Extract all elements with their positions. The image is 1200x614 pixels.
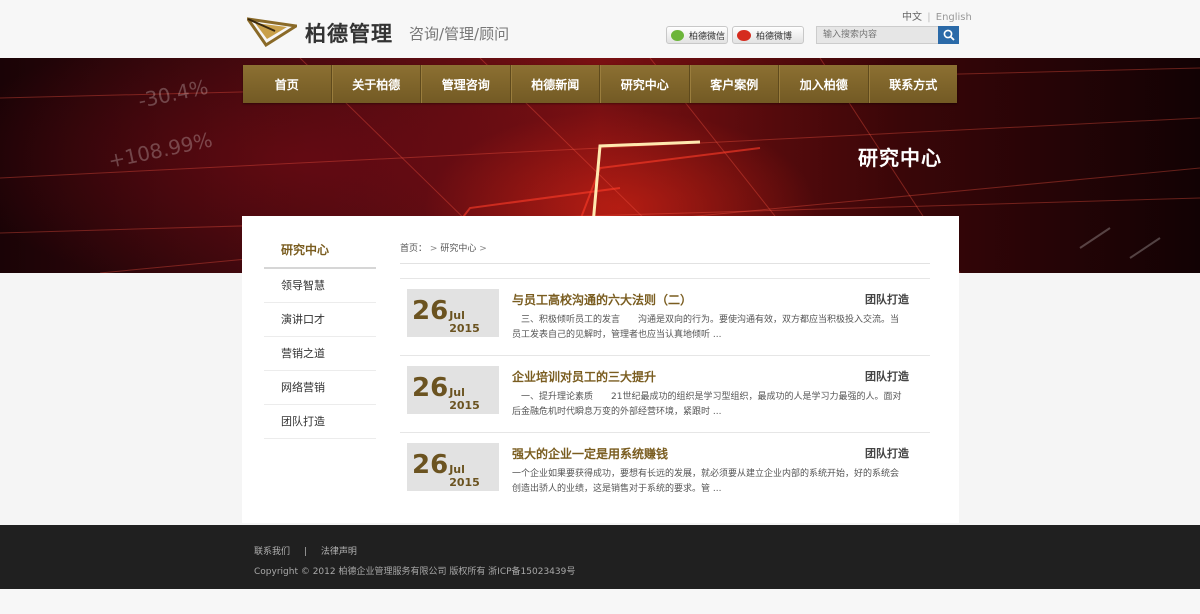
footer-copyright: Copyright © 2012 柏德企业管理服务有限公司 版权所有 浙ICP备… — [254, 567, 576, 577]
article-date: 26 Jul 2015 — [407, 366, 499, 414]
sidebar-item-online-marketing[interactable]: 网络营销 — [264, 371, 376, 405]
site-header: 柏德管理 咨询/管理/顾问 中文 | English 柏德微信 柏德微博 — [0, 0, 1200, 58]
wechat-button[interactable]: 柏德微信 — [666, 26, 728, 44]
article-title-link[interactable]: 企业培训对员工的三大提升 — [512, 368, 656, 385]
brand-name[interactable]: 柏德管理 — [305, 18, 393, 48]
wechat-label: 柏德微信 — [689, 31, 726, 42]
article-category[interactable]: 团队打造 — [865, 291, 909, 307]
article-summary: 一个企业如果要获得成功，要想有长远的发展，就必须要从建立企业内部的系统开始，好的… — [512, 469, 900, 494]
article-summary: 三、积极倾听员工的发言 沟通是双向的行为。要使沟通有效，双方都应当积极投入交流。… — [512, 315, 900, 340]
main-nav: 首页 关于柏德 管理咨询 柏德新闻 研究中心 客户案例 加入柏德 联系方式 — [243, 65, 957, 103]
footer-link-separator: | — [303, 547, 307, 557]
article-date-month-year: Jul 2015 — [449, 463, 480, 489]
sidebar-item-team-building[interactable]: 团队打造 — [264, 405, 376, 439]
article-summary: 一、提升理论素质 21世纪最成功的组织是学习型组织，最成功的人是学习力最强的人。… — [512, 392, 902, 417]
page-bottom-strip — [0, 589, 1200, 614]
site-footer: 联系我们 | 法律声明 Copyright © 2012 柏德企业管理服务有限公… — [0, 525, 1200, 589]
lang-separator: | — [927, 12, 931, 23]
article-date: 26 Jul 2015 — [407, 289, 499, 337]
nav-item-cases[interactable]: 客户案例 — [689, 65, 779, 103]
article-item: 26 Jul 2015 企业培训对员工的三大提升 团队打造 一、提升理论素质 2… — [400, 355, 930, 431]
triangle-logo-icon[interactable] — [247, 17, 297, 47]
banner-title: 研究中心 — [858, 146, 942, 170]
language-switch: 中文 | English — [902, 8, 972, 23]
lang-english-link[interactable]: English — [936, 12, 972, 23]
article-date-month-year: Jul 2015 — [449, 309, 480, 335]
footer-legal-link[interactable]: 法律声明 — [321, 547, 357, 557]
article-date-day: 26 — [412, 373, 449, 403]
article-date-day: 26 — [412, 296, 449, 326]
sidebar-title: 研究中心 — [281, 243, 330, 257]
article-title-link[interactable]: 与员工高校沟通的六大法则（二） — [512, 291, 692, 308]
breadcrumb-separator: > — [429, 244, 438, 254]
nav-item-about[interactable]: 关于柏德 — [331, 65, 421, 103]
breadcrumb-current[interactable]: 研究中心 — [440, 244, 476, 254]
sidebar-item-speech[interactable]: 演讲口才 — [264, 303, 376, 337]
weibo-label: 柏德微博 — [756, 31, 793, 42]
footer-links: 联系我们 | 法律声明 — [254, 544, 357, 557]
nav-item-consulting[interactable]: 管理咨询 — [421, 65, 511, 103]
svg-text:-30.4%: -30.4% — [136, 75, 210, 113]
search-button[interactable] — [938, 26, 959, 44]
weibo-icon — [737, 29, 751, 41]
article-category[interactable]: 团队打造 — [865, 445, 909, 461]
main-content: 研究中心 领导智慧 演讲口才 营销之道 网络营销 团队打造 首页： > 研究中心… — [242, 216, 959, 523]
brand-slogan: 咨询/管理/顾问 — [409, 25, 510, 43]
nav-item-news[interactable]: 柏德新闻 — [510, 65, 600, 103]
nav-item-contact[interactable]: 联系方式 — [868, 65, 958, 103]
article-item: 26 Jul 2015 强大的企业一定是用系统赚钱 团队打造 一个企业如果要获得… — [400, 432, 930, 508]
sidebar-item-marketing[interactable]: 营销之道 — [264, 337, 376, 371]
article-title-link[interactable]: 强大的企业一定是用系统赚钱 — [512, 445, 668, 462]
breadcrumb-divider — [400, 263, 930, 264]
footer-contact-link[interactable]: 联系我们 — [254, 547, 290, 557]
article-date-day: 26 — [412, 450, 449, 480]
article-item: 26 Jul 2015 与员工高校沟通的六大法则（二） 团队打造 三、积极倾听员… — [400, 278, 930, 354]
nav-item-join[interactable]: 加入柏德 — [779, 65, 869, 103]
sidebar-item-leadership[interactable]: 领导智慧 — [264, 269, 376, 303]
nav-item-research[interactable]: 研究中心 — [600, 65, 690, 103]
article-category[interactable]: 团队打造 — [865, 368, 909, 384]
breadcrumb: 首页： > 研究中心 > — [400, 241, 487, 254]
breadcrumb-trail: > — [479, 244, 487, 254]
nav-item-home[interactable]: 首页 — [243, 65, 332, 103]
article-date-month-year: Jul 2015 — [449, 386, 480, 412]
search-input[interactable] — [816, 26, 939, 44]
wechat-icon — [671, 29, 684, 41]
weibo-button[interactable]: 柏德微博 — [732, 26, 804, 44]
lang-chinese-link[interactable]: 中文 — [902, 12, 922, 23]
search-icon — [943, 29, 955, 41]
svg-text:+108.99%: +108.99% — [106, 127, 214, 172]
article-date: 26 Jul 2015 — [407, 443, 499, 491]
breadcrumb-home[interactable]: 首页： — [400, 244, 427, 254]
